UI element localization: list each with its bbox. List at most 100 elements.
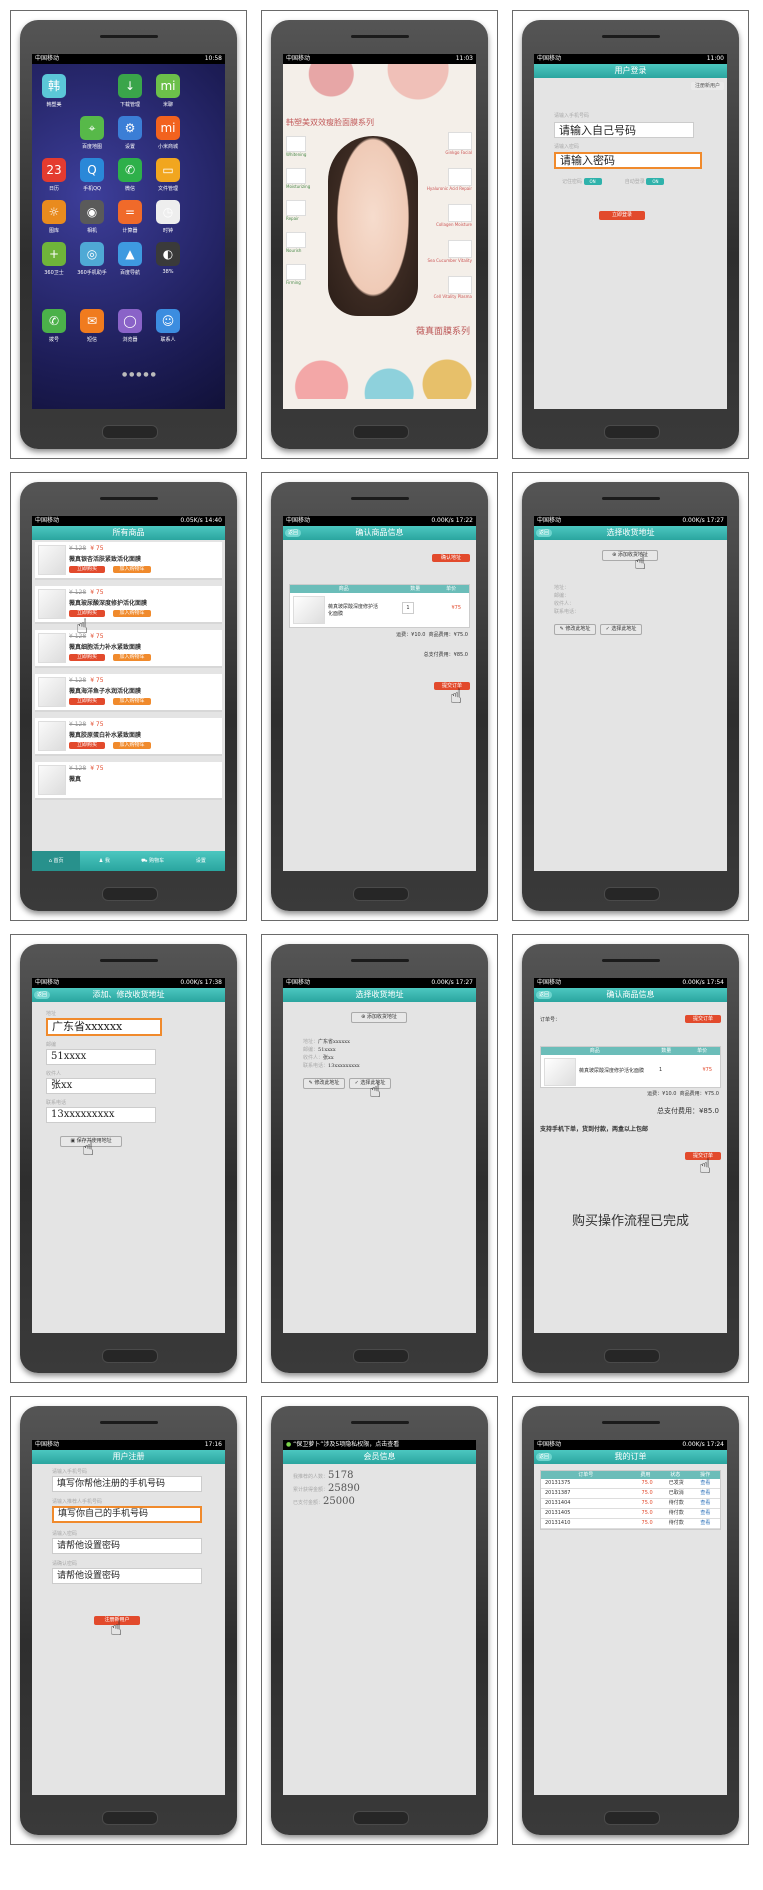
home-button[interactable] xyxy=(603,1811,660,1825)
table-row[interactable]: 20131387 75.0 已取消 查看 xyxy=(541,1489,720,1499)
app-icon[interactable]: 韩 xyxy=(42,74,66,98)
dock-icon[interactable]: ✆ xyxy=(42,309,66,333)
product-card[interactable]: ¥ 128 ¥ 75 薇真银杏活肤紧致活化面膜 立即购买 加入购物车 xyxy=(35,542,222,580)
home-button[interactable] xyxy=(603,1349,660,1363)
view-link[interactable]: 查看 xyxy=(691,1499,720,1508)
back-button[interactable]: 返回 xyxy=(536,991,553,999)
home-button[interactable] xyxy=(101,887,158,901)
home-button[interactable] xyxy=(352,887,409,901)
app-icon[interactable]: mi xyxy=(156,74,180,98)
product-card[interactable]: ¥ 128 ¥ 75 薇真 xyxy=(35,762,222,800)
app-icon[interactable]: ◎ xyxy=(80,242,104,266)
password-input[interactable]: 请输入密码 xyxy=(554,152,702,169)
view-link[interactable]: 查看 xyxy=(691,1509,720,1518)
phone-input[interactable]: 13xxxxxxxxx xyxy=(46,1107,156,1123)
app-icon[interactable]: ◐ xyxy=(156,242,180,266)
back-button[interactable]: 返回 xyxy=(285,529,302,537)
buy-now-button[interactable]: 立即购买 xyxy=(69,566,105,573)
app-icon[interactable]: ▭ xyxy=(156,158,180,182)
table-row[interactable]: 20131410 75.0 待付款 查看 xyxy=(541,1519,720,1529)
register-new-button[interactable]: 注册新用户 xyxy=(690,82,724,90)
view-link[interactable]: 查看 xyxy=(691,1479,720,1488)
product-card[interactable]: ¥ 128 ¥ 75 薇真玻尿酸深度修护活化面膜 立即购买 加入购物车 xyxy=(35,586,222,624)
remember-toggle[interactable]: ON xyxy=(583,178,602,185)
app-icon[interactable]: mi xyxy=(156,116,180,140)
home-button[interactable] xyxy=(352,425,409,439)
frame-home: 中国移动 10:58 韩韩塑美 ↓ 下载管理 mi 米聊 ⌖ 百度地图 ⚙ 设置 mi 小米商城 23 日… xyxy=(10,10,247,459)
add-to-cart-button[interactable]: 加入购物车 xyxy=(113,698,151,705)
dock-icon[interactable]: ☺ xyxy=(156,309,180,333)
field-value: 广东省xxxxxx xyxy=(318,1039,350,1045)
clock: 17:27 xyxy=(706,517,724,524)
screen: 中国移动 0.00K/s 17:22 返回 确认商品信息 确认地址 商品 数量 单价 薇… xyxy=(283,516,476,871)
app-icon[interactable]: = xyxy=(118,200,142,224)
home-button[interactable] xyxy=(101,425,158,439)
back-button[interactable]: 返回 xyxy=(536,529,553,537)
buy-now-button[interactable]: 立即购买 xyxy=(69,742,105,749)
home-button[interactable] xyxy=(352,1811,409,1825)
edit-address-button[interactable]: ✎ 修改此地址 xyxy=(554,624,596,635)
edit-address-button[interactable]: ✎ 修改此地址 xyxy=(303,1078,345,1089)
password-input[interactable]: 请帮他设置密码 xyxy=(52,1538,202,1554)
dock-icon[interactable]: ✉ xyxy=(80,309,104,333)
table-row[interactable]: 20131405 75.0 待付款 查看 xyxy=(541,1509,720,1519)
qty-box[interactable]: 1 xyxy=(402,602,414,614)
select-address-button[interactable]: ✓ 选择此地址 xyxy=(600,624,642,635)
confirm-address-button[interactable]: 确认地址 xyxy=(432,554,470,562)
nav-settings[interactable]: 设置 xyxy=(177,851,225,871)
table-row[interactable]: 20131375 75.0 已发货 查看 xyxy=(541,1479,720,1489)
nav-home[interactable]: ⌂ 首页 xyxy=(32,851,81,871)
add-address-button[interactable]: ⊕ 添加收货地址 xyxy=(351,1012,407,1023)
home-button[interactable] xyxy=(352,1349,409,1363)
zip-input[interactable]: 51xxxx xyxy=(46,1049,156,1065)
referrer-input[interactable]: 填写你自己的手机号码 xyxy=(52,1506,202,1523)
nav-me[interactable]: ♟ 我 xyxy=(80,851,128,871)
add-to-cart-button[interactable]: 加入购物车 xyxy=(113,610,151,617)
product-card[interactable]: ¥ 128 ¥ 75 薇真胶原蛋白补水紧致面膜 立即购买 加入购物车 xyxy=(35,718,222,756)
app-icon[interactable]: ⚙ xyxy=(118,116,142,140)
submit-order-button[interactable]: 提交订单 xyxy=(685,1015,721,1023)
confirm-password-input[interactable]: 请帮他设置密码 xyxy=(52,1568,202,1584)
add-to-cart-button[interactable]: 加入购物车 xyxy=(113,654,151,661)
view-link[interactable]: 查看 xyxy=(691,1489,720,1498)
home-button[interactable] xyxy=(603,887,660,901)
app-icon[interactable]: Q xyxy=(80,158,104,182)
phone-input[interactable]: 请输入自己号码 xyxy=(554,122,694,138)
net-speed: 0.00K/s xyxy=(431,517,454,524)
dock-icon[interactable]: ◯ xyxy=(118,309,142,333)
app-icon[interactable]: ◷ xyxy=(156,200,180,224)
buy-now-button[interactable]: 立即购买 xyxy=(69,654,105,661)
buy-now-button[interactable]: 立即购买 xyxy=(69,698,105,705)
phone-input[interactable]: 填写你帮他注册的手机号码 xyxy=(52,1476,202,1492)
login-button[interactable]: 立即登录 xyxy=(599,211,645,220)
home-button[interactable] xyxy=(101,1811,158,1825)
notification-bar[interactable]: ● “保卫萝卜”涉及5项隐私权限，点击查看 xyxy=(283,1440,476,1450)
auto-login-toggle[interactable]: ON xyxy=(646,178,665,185)
app-icon[interactable]: 23 xyxy=(42,158,66,182)
app-icon[interactable]: ▲ xyxy=(118,242,142,266)
app-icon[interactable]: ✆ xyxy=(118,158,142,182)
product-name: 薇真银杏活肤紧致活化面膜 xyxy=(69,556,142,563)
address-input[interactable]: 广东省xxxxxx xyxy=(46,1018,162,1036)
nav-cart[interactable]: ⛟ 购物车 xyxy=(129,851,177,871)
order-no: 20131404 xyxy=(545,1500,571,1506)
product-card[interactable]: ¥ 128 ¥ 75 薇真海洋鱼子水润活化面膜 立即购买 加入购物车 xyxy=(35,674,222,712)
back-button[interactable]: 返回 xyxy=(536,1453,553,1461)
add-to-cart-button[interactable]: 加入购物车 xyxy=(113,566,151,573)
home-button[interactable] xyxy=(101,1349,158,1363)
table-row[interactable]: 20131404 75.0 待付款 查看 xyxy=(541,1499,720,1509)
add-to-cart-button[interactable]: 加入购物车 xyxy=(113,742,151,749)
new-price: ¥ 75 xyxy=(90,677,104,684)
product-card[interactable]: ¥ 128 ¥ 75 薇真细胞活力补水紧致面膜 立即购买 加入购物车 xyxy=(35,630,222,668)
app-icon[interactable]: ☼ xyxy=(42,200,66,224)
recipient-input[interactable]: 张xx xyxy=(46,1078,156,1094)
app-icon[interactable]: ◉ xyxy=(80,200,104,224)
carrier: 中国移动 xyxy=(35,979,60,986)
view-link[interactable]: 查看 xyxy=(691,1519,720,1528)
app-icon[interactable]: + xyxy=(42,242,66,266)
back-button[interactable]: 返回 xyxy=(34,991,51,999)
add-address-button[interactable]: ⊕ 添加收货地址 xyxy=(602,550,658,561)
app-icon[interactable]: ↓ xyxy=(118,74,142,98)
home-button[interactable] xyxy=(603,425,660,439)
app-icon[interactable]: ⌖ xyxy=(80,116,104,140)
